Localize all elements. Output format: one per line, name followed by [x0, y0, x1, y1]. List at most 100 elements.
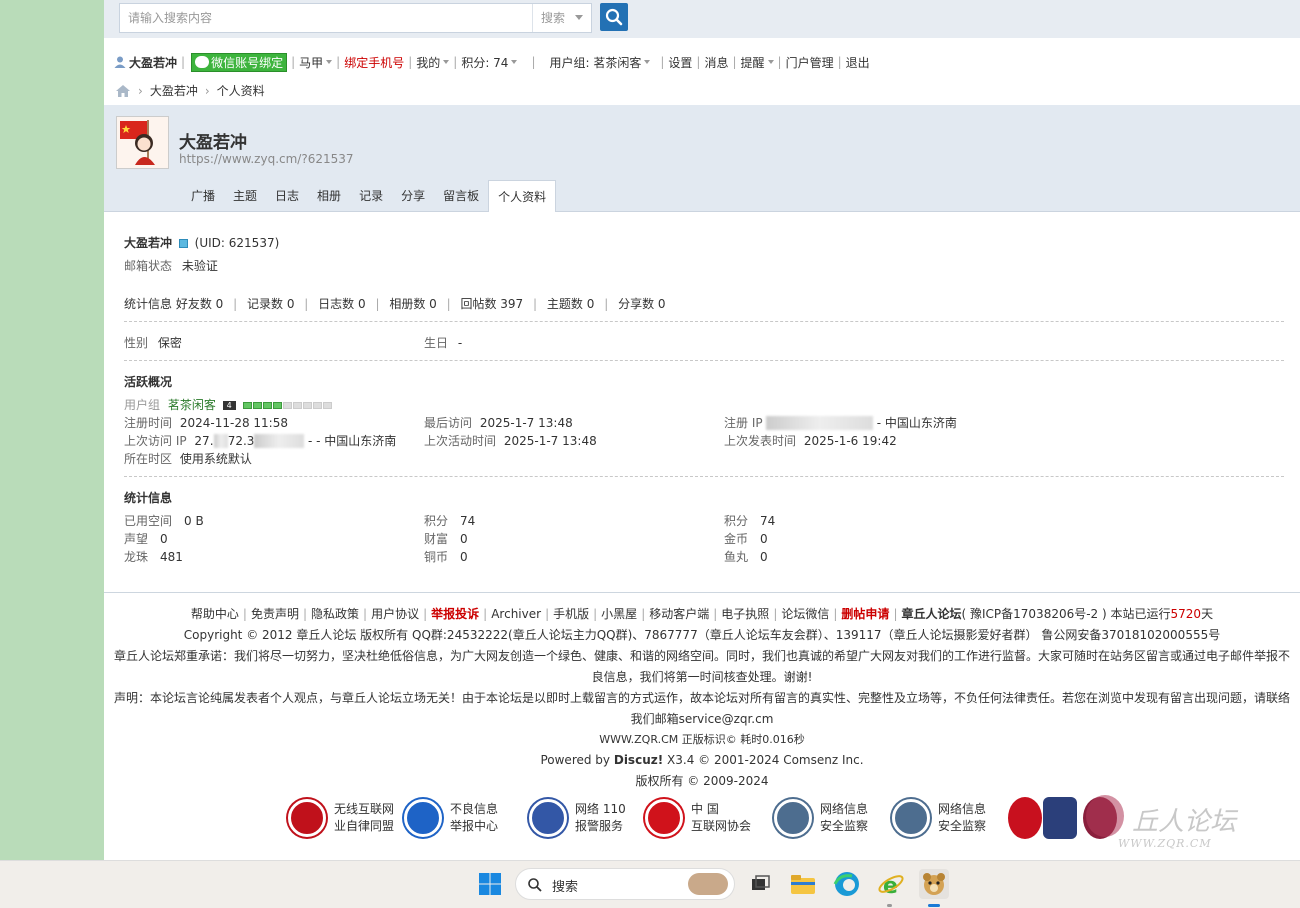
nav-bind-phone[interactable]: 绑定手机号	[344, 54, 404, 71]
stat-albums[interactable]: 相册数 0	[389, 297, 436, 311]
file-explorer-icon[interactable]	[788, 869, 818, 899]
footer-link[interactable]: 小黑屋	[601, 607, 637, 621]
tab-share[interactable]: 分享	[392, 180, 434, 212]
badge-icon	[645, 799, 683, 837]
uid-line: 大盈若冲 (UID: 621537)	[124, 234, 279, 251]
badge-icon	[404, 799, 442, 837]
nav-messages[interactable]: 消息	[704, 54, 728, 71]
stat-friends[interactable]: 好友数 0	[176, 297, 223, 311]
footer-link[interactable]: 章丘人论坛	[901, 607, 961, 621]
badge-line2: 互联网协会	[691, 819, 752, 833]
stat-item-value: 74	[460, 514, 476, 528]
watermark-url: WWW.ZQR.CM	[1118, 837, 1212, 850]
footer-link[interactable]: Archiver	[491, 607, 541, 621]
stat-threads[interactable]: 主题数 0	[547, 297, 594, 311]
chevron-down-icon[interactable]	[326, 60, 333, 64]
search-box: 搜索	[119, 3, 592, 33]
chevron-down-icon[interactable]	[767, 60, 774, 64]
reg-ip: 注册 IP xxxxxxxxxxxxxxx - 中国山东济南	[724, 414, 957, 431]
stat-item-value: 0	[460, 532, 468, 546]
search-button[interactable]	[600, 3, 628, 31]
home-icon[interactable]	[115, 84, 131, 98]
search-input[interactable]	[120, 4, 532, 32]
user-group: 用户组 茗茶闲客 4	[124, 396, 333, 413]
nav-portal-admin[interactable]: 门户管理	[786, 54, 834, 71]
reg-ip-label: 注册 IP	[724, 416, 763, 430]
username-link[interactable]: 大盈若冲	[129, 54, 177, 71]
stat-shares[interactable]: 分享数 0	[618, 297, 665, 311]
last-active: 上次活动时间 2025-1-7 13:48	[424, 432, 597, 449]
tab-wall[interactable]: 留言板	[434, 180, 488, 212]
footer-link[interactable]: 用户协议	[371, 607, 419, 621]
cert-badge[interactable]: 无线互联网 业自律同盟	[288, 795, 394, 841]
last-post-label: 上次发表时间	[724, 434, 797, 448]
tab-blog[interactable]: 日志	[266, 180, 308, 212]
prev-visit-ip-prefix: 27.	[194, 434, 214, 448]
level-segment	[302, 402, 312, 409]
tab-album[interactable]: 相册	[308, 180, 350, 212]
police-mascot-icon[interactable]	[1043, 797, 1077, 839]
profile-url[interactable]: https://www.zyq.cm/?621537	[179, 152, 354, 166]
edge-browser-icon[interactable]	[832, 869, 862, 899]
cert-badge[interactable]: 不良信息 举报中心	[404, 795, 498, 841]
group-value[interactable]: 茗茶闲客	[168, 398, 216, 412]
footer-link[interactable]: 手机版	[553, 607, 589, 621]
footer-link[interactable]: 论坛微信	[781, 607, 829, 621]
discuz-link[interactable]: Discuz!	[614, 753, 663, 767]
footer-separator: |	[833, 607, 838, 621]
stat-blogs[interactable]: 日志数 0	[318, 297, 365, 311]
footer-days-suffix: 天	[1201, 607, 1214, 621]
level-segment	[242, 402, 252, 409]
nav-credits[interactable]: 积分: 74	[461, 54, 508, 71]
stat-item-label: 金币	[724, 532, 749, 546]
cert-badge[interactable]: 网络信息 安全监察	[774, 795, 868, 841]
wechat-bind-button[interactable]: 微信账号绑定	[191, 52, 288, 72]
ie-browser-icon[interactable]: e	[876, 869, 906, 899]
last-visit-value: 2025-1-7 13:48	[479, 416, 573, 430]
chevron-down-icon[interactable]	[644, 60, 651, 64]
taskbar-search[interactable]: 搜索	[515, 868, 735, 900]
nav-usergroup[interactable]: 用户组: 茗茶闲客	[550, 54, 642, 71]
footer-link[interactable]: 移动客户端	[649, 607, 709, 621]
task-view-icon[interactable]	[745, 869, 775, 899]
bear-app-icon[interactable]	[919, 869, 949, 899]
nav-mine[interactable]: 我的	[416, 54, 440, 71]
tab-threads[interactable]: 主题	[224, 180, 266, 212]
chevron-down-icon[interactable]	[443, 60, 450, 64]
footer-link[interactable]: 免责声明	[251, 607, 299, 621]
tab-profile[interactable]: 个人资料	[488, 180, 557, 213]
footer-icp[interactable]: ( 豫ICP备17038206号-2 ) 本站已运行	[962, 607, 1171, 621]
badge-icon	[529, 799, 567, 837]
cert-badge[interactable]: 中 国互联网协会	[645, 795, 751, 841]
divider	[124, 360, 1284, 361]
footer-separator: |	[893, 607, 898, 621]
stat-item-value: 0	[460, 550, 468, 564]
nav-reminders[interactable]: 提醒	[741, 54, 765, 71]
footer-link[interactable]: 举报投诉	[431, 607, 479, 621]
stat-item-label: 积分	[424, 514, 449, 528]
nav-settings[interactable]: 设置	[668, 54, 692, 71]
footer-link[interactable]: 电子执照	[721, 607, 769, 621]
windows-start-icon[interactable]	[478, 872, 502, 896]
chevron-down-icon[interactable]	[511, 60, 518, 64]
nav-logout[interactable]: 退出	[846, 54, 870, 71]
footer-separator: |	[423, 607, 428, 621]
search-scope-select[interactable]: 搜索	[532, 4, 592, 32]
stat-replies[interactable]: 回帖数 397	[460, 297, 523, 311]
avatar[interactable]	[116, 116, 169, 169]
police-emblem-icon[interactable]	[1008, 797, 1042, 839]
tab-doing[interactable]: 记录	[350, 180, 392, 212]
footer-separator: |	[593, 607, 598, 621]
taskbar-search-label: 搜索	[552, 880, 579, 895]
footer-link[interactable]: 帮助中心	[191, 607, 239, 621]
timezone: 所在时区 使用系统默认	[124, 450, 252, 467]
footer-link[interactable]: 隐私政策	[311, 607, 359, 621]
cert-badge[interactable]: 网络信息 安全监察	[892, 795, 986, 841]
cert-badge[interactable]: 网络 110 报警服务	[529, 795, 626, 841]
footer-link[interactable]: 删帖申请	[841, 607, 889, 621]
stat-doings[interactable]: 记录数 0	[247, 297, 294, 311]
badge-line1: 网络信息	[820, 802, 869, 816]
breadcrumb-user[interactable]: 大盈若冲	[150, 82, 198, 99]
tab-broadcast[interactable]: 广播	[182, 180, 224, 212]
nav-majia[interactable]: 马甲	[299, 54, 323, 71]
